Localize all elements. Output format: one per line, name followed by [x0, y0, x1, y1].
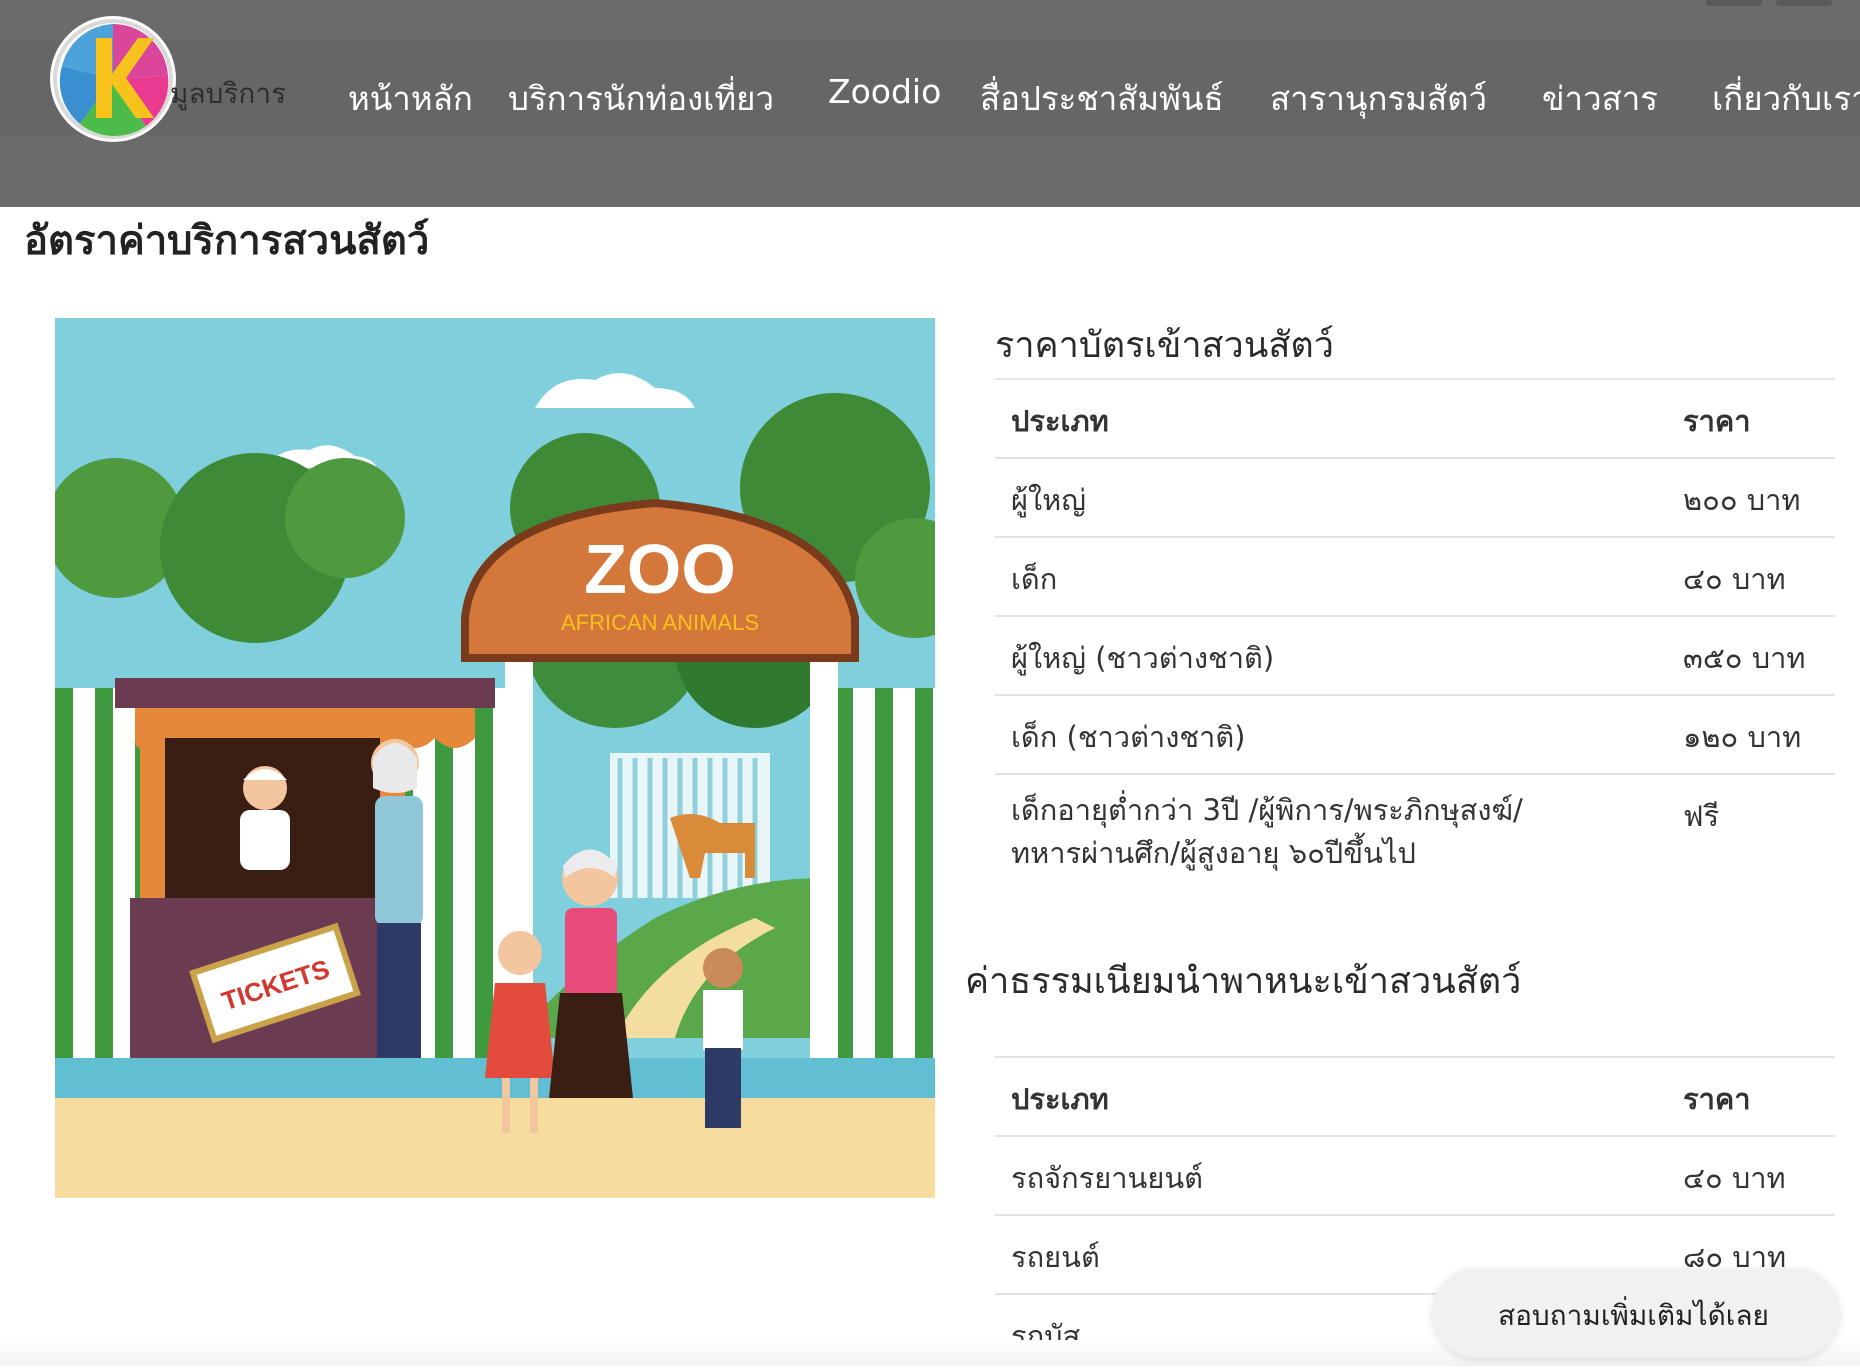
- zoo-illustration: ZOO AFRICAN ANIMALS TICKETS: [55, 318, 935, 1198]
- table-row: เด็ก ๔๐ บาท: [995, 536, 1835, 615]
- column-header-price: ราคา: [1683, 404, 1751, 438]
- column-header-price: ราคา: [1683, 1082, 1751, 1116]
- page-title: อัตราค่าบริการสวนสัตว์: [24, 218, 430, 264]
- row-type: รถยนต์: [1011, 1240, 1100, 1274]
- nav-home[interactable]: หน้าหลัก: [348, 72, 473, 125]
- sign-title: ZOO: [584, 530, 736, 608]
- row-type: ผู้ใหญ่ (ชาวต่างชาติ): [1011, 641, 1275, 675]
- top-tab[interactable]: [1776, 0, 1832, 6]
- row-type: เด็กอายุต่ำกว่า 3ปี /ผู้พิการ/พระภิกษุสง…: [1011, 793, 1523, 870]
- table-row: เด็กอายุต่ำกว่า 3ปี /ผู้พิการ/พระภิกษุสง…: [995, 773, 1835, 885]
- row-type: เด็ก: [1011, 562, 1058, 596]
- row-price: ๔๐ บาท: [1683, 1161, 1786, 1195]
- logo-icon: [53, 19, 173, 139]
- row-price: ฟรี: [1683, 799, 1720, 833]
- table-header-row: ประเภท ราคา: [995, 1056, 1835, 1135]
- table-header-row: ประเภท ราคา: [995, 378, 1835, 457]
- table-row: ผู้ใหญ่ (ชาวต่างชาติ) ๓๕๐ บาท: [995, 615, 1835, 694]
- table-row: เด็ก (ชาวต่างชาติ) ๑๒๐ บาท: [995, 694, 1835, 773]
- ticket-section-title: ราคาบัตรเข้าสวนสัตว์: [995, 325, 1334, 366]
- chat-label: สอบถามเพิ่มเติมได้เลย: [1498, 1299, 1769, 1332]
- row-price: ๔๐ บาท: [1683, 562, 1786, 596]
- nav-animal-encyclopedia[interactable]: สารานุกรมสัตว์: [1270, 72, 1487, 125]
- site-header: มูลบริการ หน้าหลัก บริการนักท่องเที่ยว Z…: [0, 0, 1860, 207]
- nav-public-relations[interactable]: สื่อประชาสัมพันธ์: [980, 72, 1224, 125]
- site-logo[interactable]: [50, 16, 176, 142]
- row-price: ๓๕๐ บาท: [1683, 641, 1806, 675]
- row-type: ผู้ใหญ่: [1011, 483, 1086, 517]
- row-type: รถจักรยานยนต์: [1011, 1161, 1204, 1195]
- row-price: ๒๐๐ บาท: [1683, 483, 1801, 517]
- top-tab[interactable]: [1706, 0, 1762, 6]
- sign-subtitle: AFRICAN ANIMALS: [561, 610, 759, 635]
- row-price: ๑๒๐ บาท: [1683, 720, 1802, 754]
- column-header-type: ประเภท: [1011, 1082, 1109, 1116]
- chat-button[interactable]: สอบถามเพิ่มเติมได้เลย: [1432, 1268, 1840, 1358]
- nav-tourist-services[interactable]: บริการนักท่องเที่ยว: [508, 72, 774, 125]
- table-row: รถจักรยานยนต์ ๔๐ บาท: [995, 1135, 1835, 1214]
- column-header-type: ประเภท: [1011, 404, 1109, 438]
- nav-about[interactable]: เกี่ยวกับเรา: [1712, 72, 1860, 125]
- vehicle-section-title: ค่าธรรมเนียมนำพาหนะเข้าสวนสัตว์: [965, 961, 1522, 1002]
- table-row: ผู้ใหญ่ ๒๐๐ บาท: [995, 457, 1835, 536]
- logo-text: มูลบริการ: [170, 77, 287, 110]
- nav-zoodio[interactable]: Zoodio: [828, 72, 941, 111]
- ticket-price-table: ประเภท ราคา ผู้ใหญ่ ๒๐๐ บาท เด็ก ๔๐ บาท …: [995, 378, 1835, 885]
- nav-news[interactable]: ข่าวสาร: [1542, 72, 1658, 125]
- row-type: เด็ก (ชาวต่างชาติ): [1011, 720, 1246, 754]
